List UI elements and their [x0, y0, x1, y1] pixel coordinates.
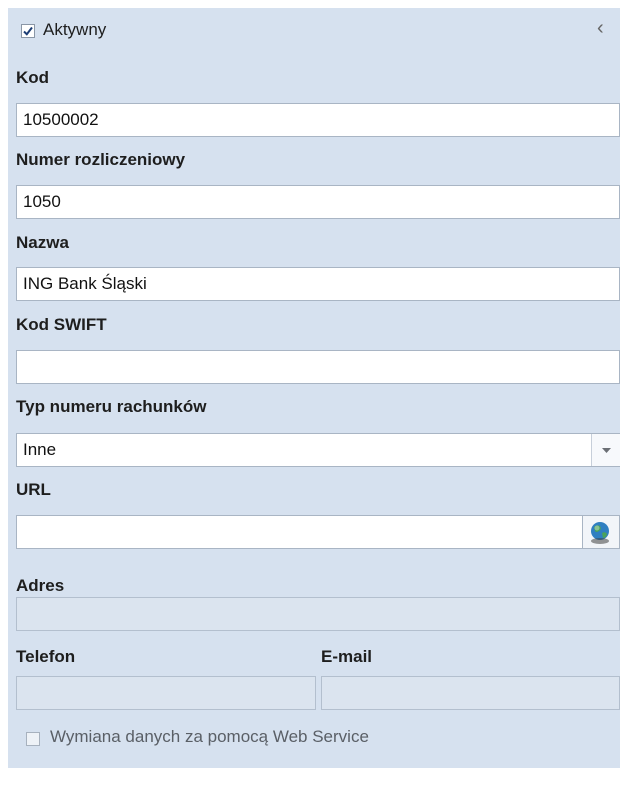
kod-input[interactable]: 10500002 [16, 103, 620, 137]
bank-details-panel: Aktywny ‹ Kod 10500002 Numer rozliczenio… [8, 8, 620, 768]
chevron-down-icon [602, 448, 611, 453]
kod-swift-label: Kod SWIFT [16, 315, 107, 334]
telefon-input [16, 676, 316, 710]
email-label: E-mail [321, 647, 373, 666]
url-input[interactable] [16, 515, 583, 549]
kod-swift-input[interactable] [16, 350, 620, 384]
typ-numeru-label: Typ numeru rachunków [16, 397, 207, 416]
numer-rozliczeniowy-label: Numer rozliczeniowy [16, 150, 186, 169]
telefon-label: Telefon [16, 647, 76, 666]
check-mark-icon [23, 26, 33, 36]
url-label: URL [16, 480, 51, 499]
typ-numeru-dropdown-button[interactable] [591, 434, 620, 466]
typ-numeru-value: Inne [23, 440, 57, 459]
open-url-button[interactable] [583, 515, 620, 549]
webservice-label: Wymiana danych za pomocą Web Service [50, 727, 369, 746]
collapse-icon[interactable]: ‹ [597, 17, 604, 40]
numer-rozliczeniowy-input[interactable]: 1050 [16, 185, 620, 219]
typ-numeru-select[interactable]: Inne [16, 433, 620, 467]
email-input [321, 676, 620, 710]
nazwa-input[interactable]: ING Bank Śląski [16, 267, 620, 301]
active-label: Aktywny [43, 20, 107, 39]
adres-input [16, 597, 620, 631]
adres-label: Adres [16, 576, 65, 595]
active-checkbox[interactable] [21, 24, 35, 38]
kod-label: Kod [16, 68, 50, 87]
webservice-checkbox[interactable] [26, 732, 40, 746]
nazwa-label: Nazwa [16, 233, 69, 252]
globe-icon [591, 522, 609, 544]
